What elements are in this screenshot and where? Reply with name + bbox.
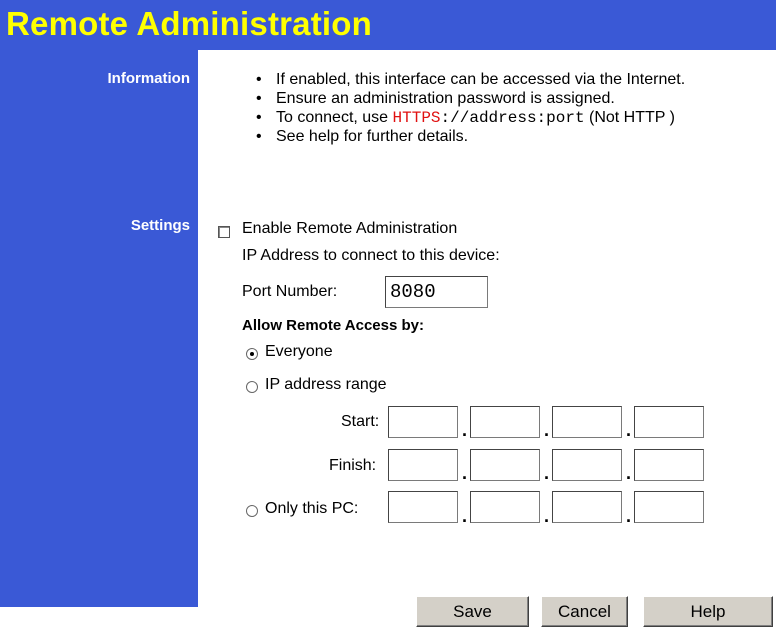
title-bar: Remote Administration xyxy=(0,0,776,50)
everyone-label: Everyone xyxy=(265,343,333,360)
page-title: Remote Administration xyxy=(6,5,373,42)
info-bullet: Ensure an administration password is ass… xyxy=(252,89,685,108)
connect-prefix: To connect, use xyxy=(276,109,393,126)
ip-range-radio[interactable] xyxy=(246,381,258,393)
ip-separator: . xyxy=(626,506,632,526)
ip-separator: . xyxy=(544,420,550,440)
save-button[interactable]: Save xyxy=(416,596,529,627)
finish-ip-octet-4[interactable] xyxy=(634,449,704,481)
start-ip-octet-4[interactable] xyxy=(634,406,704,438)
main-content: If enabled, this interface can be access… xyxy=(198,50,776,627)
only-this-pc-label: Only this PC: xyxy=(265,500,359,517)
ip-connect-label: IP Address to connect to this device: xyxy=(242,247,500,264)
finish-label: Finish: xyxy=(329,457,377,474)
info-bullet: See help for further details. xyxy=(252,127,685,146)
info-bullet: If enabled, this interface can be access… xyxy=(252,70,685,89)
pc-ip-octet-1[interactable] xyxy=(388,491,458,523)
section-label-settings: Settings xyxy=(130,217,190,234)
ip-separator: . xyxy=(626,420,632,440)
start-ip-octet-3[interactable] xyxy=(552,406,622,438)
finish-ip-octet-2[interactable] xyxy=(470,449,540,481)
connect-suffix: (Not HTTP ) xyxy=(584,109,675,126)
help-button[interactable]: Help xyxy=(643,596,773,627)
start-ip-octet-1[interactable] xyxy=(388,406,458,438)
ip-range-label: IP address range xyxy=(265,376,387,393)
sidebar: Information Settings xyxy=(0,50,198,607)
finish-ip-octet-1[interactable] xyxy=(388,449,458,481)
info-bullet-connect: To connect, use HTTPS://address:port (No… xyxy=(252,108,685,127)
allow-access-heading: Allow Remote Access by: xyxy=(242,317,424,334)
ip-separator: . xyxy=(462,506,468,526)
https-text: HTTPS xyxy=(392,109,441,127)
enable-remote-checkbox[interactable] xyxy=(218,226,230,238)
pc-ip-octet-2[interactable] xyxy=(470,491,540,523)
ip-separator: . xyxy=(462,463,468,483)
start-ip-octet-2[interactable] xyxy=(470,406,540,438)
url-format: ://address:port xyxy=(440,109,585,127)
only-this-pc-radio[interactable] xyxy=(246,505,258,517)
info-list: If enabled, this interface can be access… xyxy=(252,70,685,146)
everyone-radio[interactable] xyxy=(246,348,258,360)
finish-ip-octet-3[interactable] xyxy=(552,449,622,481)
ip-separator: . xyxy=(544,463,550,483)
ip-separator: . xyxy=(626,463,632,483)
cancel-button[interactable]: Cancel xyxy=(541,596,628,627)
start-label: Start: xyxy=(341,413,380,430)
pc-ip-octet-4[interactable] xyxy=(634,491,704,523)
port-number-label: Port Number: xyxy=(242,283,338,300)
enable-remote-label: Enable Remote Administration xyxy=(242,220,458,237)
ip-separator: . xyxy=(462,420,468,440)
port-number-input[interactable] xyxy=(385,276,488,308)
ip-separator: . xyxy=(544,506,550,526)
section-label-information: Information xyxy=(107,70,191,87)
pc-ip-octet-3[interactable] xyxy=(552,491,622,523)
